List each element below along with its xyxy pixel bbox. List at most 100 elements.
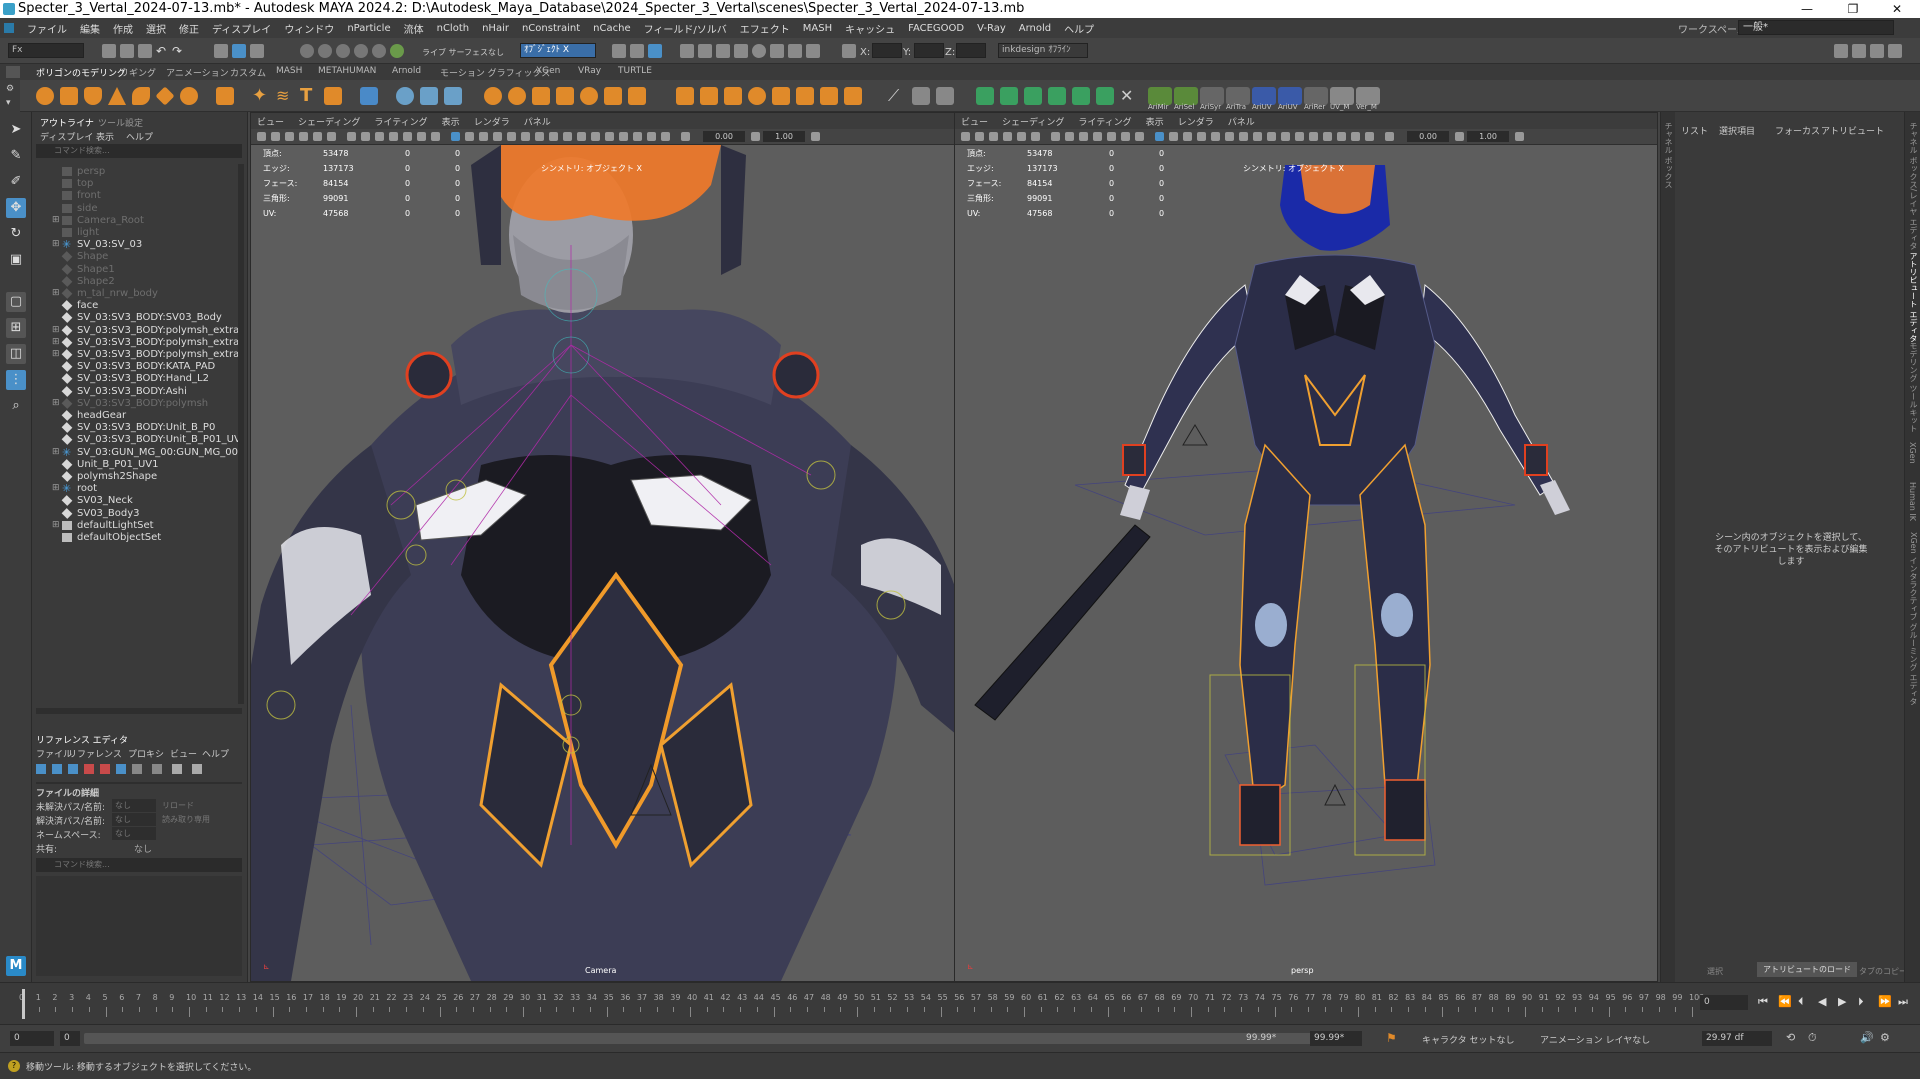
ref-list-view-icon[interactable] [152, 764, 162, 774]
vp2-grease-pencil-icon[interactable] [1031, 132, 1040, 141]
vp2-image-plane-icon[interactable] [1003, 132, 1012, 141]
ae-tab-list[interactable]: リスト [1681, 124, 1708, 137]
vp1-resolution-gate-icon[interactable] [375, 132, 384, 141]
menu-mash[interactable]: MASH [803, 23, 832, 34]
playback-end-field[interactable]: 99.99* [1246, 1031, 1292, 1046]
menu-modify[interactable]: 修正 [179, 21, 199, 36]
uv-toolkit-icon[interactable] [936, 87, 954, 105]
ipr-render-icon[interactable] [698, 44, 712, 58]
toggle-channel-box-icon[interactable] [1888, 44, 1902, 58]
step-back-key-icon[interactable]: ⏪ [1778, 995, 1792, 1008]
ref-menu-proxy[interactable]: プロキシ [128, 747, 164, 760]
vp1-ambient-occlusion-icon[interactable] [577, 132, 586, 141]
vp2-film-gate-icon[interactable] [1065, 132, 1074, 141]
vp2-ambient-occlusion-icon[interactable] [1281, 132, 1290, 141]
crease-icon[interactable] [1024, 87, 1042, 105]
outliner-hscrollbar[interactable] [36, 708, 242, 714]
vp2-smooth-shade-icon[interactable] [1169, 132, 1178, 141]
vp1-exposure-icon[interactable] [661, 132, 670, 141]
ref-tree-view-icon[interactable] [172, 764, 182, 774]
extrude-icon[interactable] [484, 87, 502, 105]
vp2-motion-blur-icon[interactable] [1295, 132, 1304, 141]
vp1-depth-of-field-icon[interactable] [619, 132, 628, 141]
insert-edge-loop-icon[interactable] [700, 87, 718, 105]
ref-reload-icon[interactable] [68, 764, 78, 774]
ref-unresolved-field[interactable]: なし [112, 799, 156, 812]
vp2-gamma-toggle-icon[interactable] [1455, 132, 1464, 141]
ref-namespace-field[interactable]: なし [112, 827, 156, 840]
vtab-channel-box[interactable]: チャネル ボックス/レイヤ エディタ [1908, 122, 1919, 250]
vp1-menu-panels[interactable]: パネル [524, 115, 551, 128]
animation-start-field[interactable]: 0 [10, 1031, 54, 1046]
snap-curve-icon[interactable] [318, 44, 332, 58]
vp1-bookmark-icon[interactable] [285, 132, 294, 141]
vtab-modeling-toolkit[interactable]: モデリング ツールキット [1908, 342, 1919, 433]
snap-live-icon[interactable] [372, 44, 386, 58]
anim-prefs-icon[interactable]: ⚙ [1880, 1031, 1890, 1044]
menu-ncloth[interactable]: nCloth [437, 23, 469, 34]
vp1-field-chart-icon[interactable] [403, 132, 412, 141]
combine-icon[interactable] [360, 87, 378, 105]
close-button[interactable]: ✕ [1874, 0, 1920, 18]
vp2-textured-icon[interactable] [1239, 132, 1248, 141]
shelf-tab-arnold[interactable]: Arnold [392, 66, 421, 76]
mirror-icon[interactable] [976, 87, 994, 105]
poly-sphere-icon[interactable] [36, 87, 54, 105]
select-object-icon[interactable] [232, 44, 246, 58]
ref-menu-help[interactable]: ヘルプ [202, 747, 229, 760]
vp2-gate-mask-icon[interactable] [1093, 132, 1102, 141]
smooth-icon[interactable] [420, 87, 438, 105]
shelf-tab-metahuman[interactable]: METAHUMAN [318, 66, 376, 76]
vp1-safe-action-icon[interactable] [417, 132, 426, 141]
new-scene-icon[interactable] [102, 44, 116, 58]
snap-point-icon[interactable] [336, 44, 350, 58]
vp2-isolate-select-icon[interactable] [1337, 132, 1346, 141]
vp1-grid-icon[interactable] [347, 132, 356, 141]
paint-select-icon[interactable]: ✐ [6, 172, 26, 192]
single-pane-icon[interactable]: ▢ [6, 292, 26, 312]
platonic-solid-icon[interactable] [216, 87, 234, 105]
ae-tab-selected[interactable]: 選択項目 [1719, 124, 1755, 137]
type-tool-icon[interactable]: T [300, 87, 318, 105]
vp1-textured-icon[interactable] [535, 132, 544, 141]
shelf-tab-custom[interactable]: カスタム [230, 66, 266, 79]
vp2-all-lights-icon[interactable] [1253, 132, 1262, 141]
ref-reload-button[interactable]: リロード [162, 800, 194, 811]
z-input[interactable] [956, 43, 986, 58]
step-forward-key-icon[interactable]: ⏩ [1878, 995, 1892, 1008]
coordinate-mode-icon[interactable] [842, 44, 856, 58]
vp1-shadows-icon[interactable] [563, 132, 572, 141]
step-back-frame-icon[interactable]: ⏴ [1798, 995, 1804, 1009]
user-login-select[interactable]: inkdesign ｵﾌﾗｲﾝ [998, 43, 1088, 58]
poly-cube-icon[interactable] [60, 87, 78, 105]
bridge-icon[interactable] [508, 87, 526, 105]
vp1-grease-pencil-icon[interactable] [327, 132, 336, 141]
offset-edge-loop-icon[interactable] [724, 87, 742, 105]
shelf-menu-icon[interactable] [6, 66, 20, 78]
ae-tab-focus[interactable]: フォーカス [1775, 124, 1820, 137]
vp1-gamma-toggle-icon[interactable] [751, 132, 760, 141]
vp2-camera-icon[interactable] [961, 132, 970, 141]
symmetry-field[interactable]: ｵﾌﾞｼﾞｪｸﾄ X [520, 43, 596, 58]
save-scene-icon[interactable] [138, 44, 152, 58]
cleanup-icon[interactable] [1072, 87, 1090, 105]
vp2-resolution-gate-icon[interactable] [1079, 132, 1088, 141]
open-scene-icon[interactable] [120, 44, 134, 58]
menu-vray[interactable]: V-Ray [977, 23, 1006, 34]
menu-ncache[interactable]: nCache [593, 23, 630, 34]
menu-arnold[interactable]: Arnold [1019, 23, 1051, 34]
poly-torus-icon[interactable] [132, 87, 150, 105]
menu-fields-solvers[interactable]: フィールド/ソルバ [644, 21, 727, 36]
vp2-menu-lighting[interactable]: ライティング [1078, 115, 1131, 128]
toggle-attribute-editor-icon[interactable] [1852, 44, 1866, 58]
toggle-modeling-toolkit-icon[interactable] [1834, 44, 1848, 58]
menu-nconstraint[interactable]: nConstraint [522, 23, 580, 34]
construction-history-icon[interactable] [612, 44, 626, 58]
menu-windows[interactable]: ウィンドウ [284, 21, 334, 36]
poly-disc-icon[interactable] [180, 87, 198, 105]
vp2-safe-title-icon[interactable] [1135, 132, 1144, 141]
lasso-tool-icon[interactable]: ✎ [6, 146, 26, 166]
vray-render-icon[interactable] [788, 44, 802, 58]
ref-menu-file[interactable]: ファイル [36, 747, 72, 760]
snap-grid-icon[interactable] [300, 44, 314, 58]
